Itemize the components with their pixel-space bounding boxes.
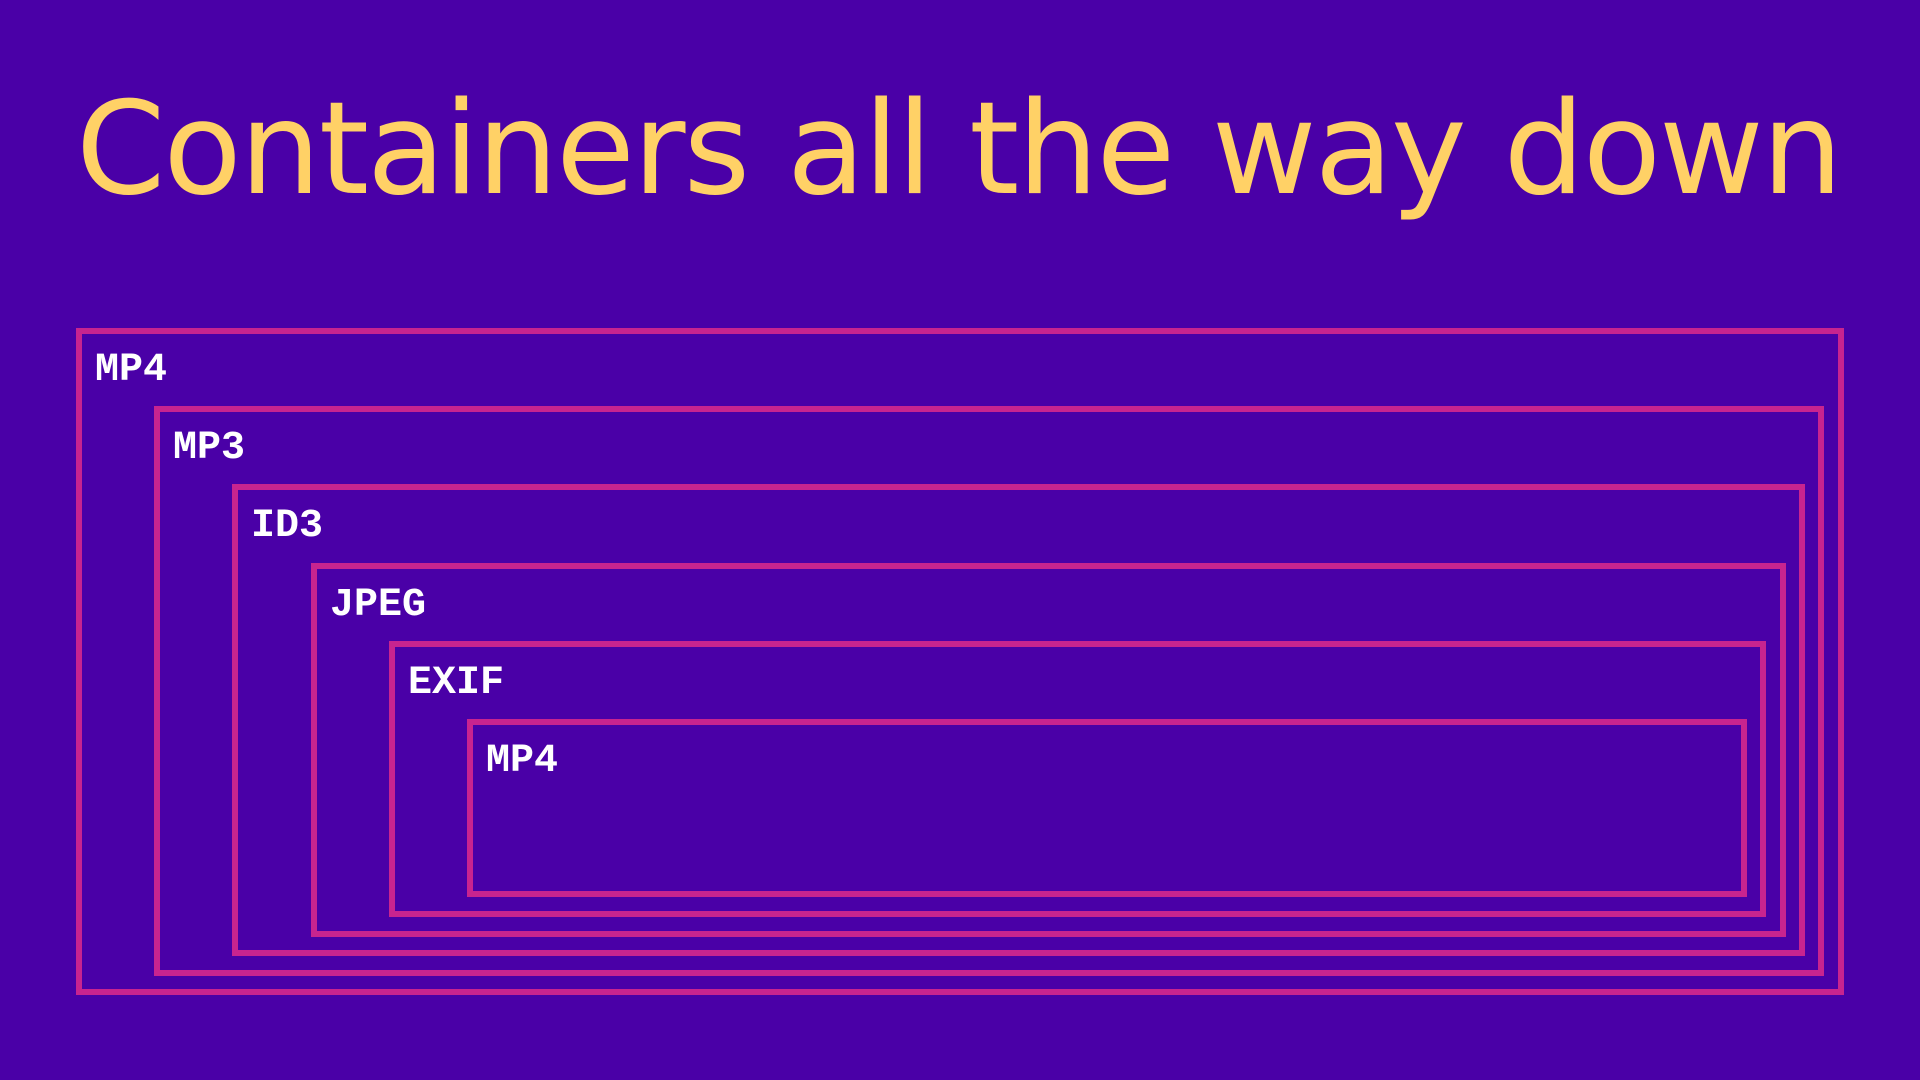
container-label-mp3: MP3 [173, 426, 246, 471]
container-label-mp4-inner: MP4 [486, 739, 559, 784]
container-label-id3: ID3 [251, 504, 324, 549]
container-label-mp4-outer: MP4 [95, 348, 168, 393]
container-box-mp4-inner: MP4 [467, 719, 1747, 897]
container-label-jpeg: JPEG [330, 583, 427, 628]
slide-title: Containers all the way down [76, 75, 1843, 224]
container-label-exif: EXIF [408, 661, 505, 706]
